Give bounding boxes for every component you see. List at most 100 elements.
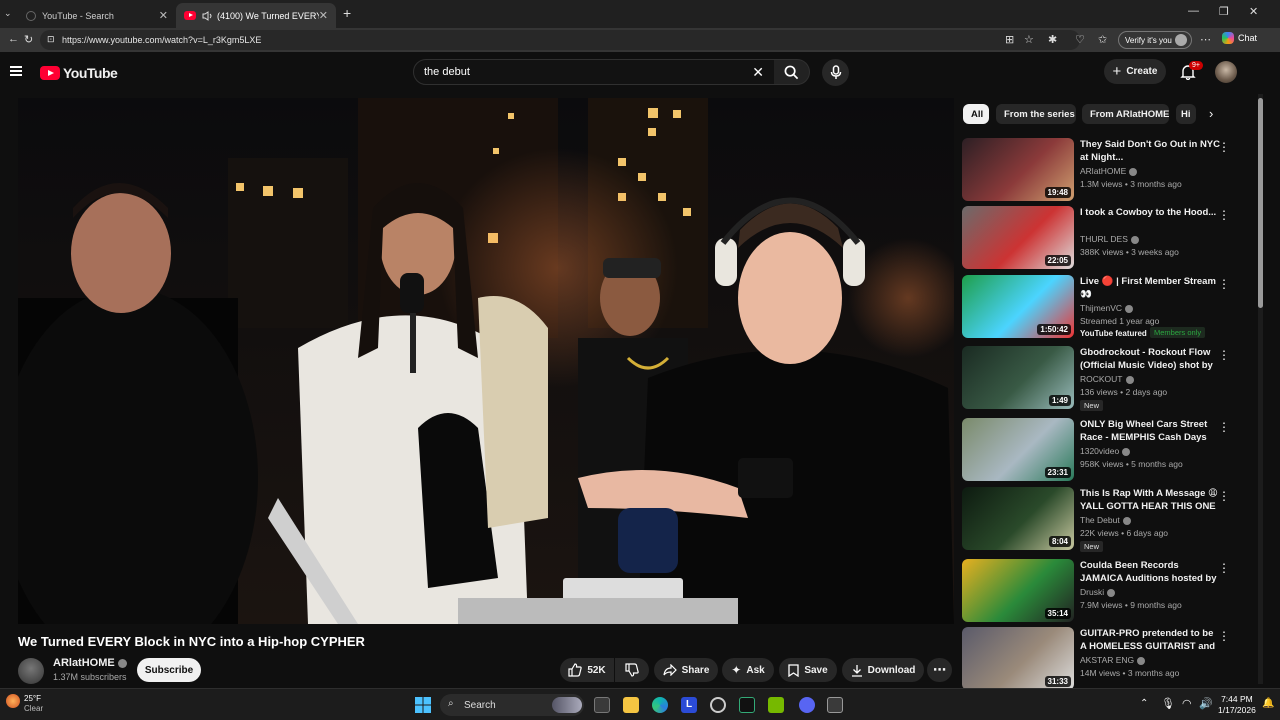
browser-essentials-icon[interactable]: ♡ xyxy=(1075,33,1085,46)
dislike-button[interactable] xyxy=(615,658,649,682)
create-button[interactable]: + Create xyxy=(1104,59,1166,84)
minimize-icon[interactable]: — xyxy=(1188,5,1199,17)
recommendation-title[interactable]: Coulda Been Records JAMAICA Auditions ho… xyxy=(1080,559,1220,585)
recommendation-item[interactable]: 22:05 I took a Cowboy to the Hood... THURL… xyxy=(962,206,1236,270)
task-view-icon[interactable] xyxy=(594,697,610,713)
kebab-menu-icon[interactable]: ⋮ xyxy=(1218,348,1230,362)
kebab-menu-icon[interactable]: ⋮ xyxy=(1218,489,1230,503)
kebab-menu-icon[interactable]: ⋮ xyxy=(1218,208,1230,222)
share-button[interactable]: Share xyxy=(654,658,718,682)
video-player[interactable] xyxy=(18,98,954,624)
recommendation-item[interactable]: 19:48 They Said Don't Go Out in NYC at Ni… xyxy=(962,138,1236,202)
app-github-icon[interactable] xyxy=(710,697,726,713)
app-active-icon[interactable] xyxy=(827,697,843,713)
file-explorer-icon[interactable] xyxy=(623,697,639,713)
recommendation-item[interactable]: 1:49 Gbodrockout - Rockout Flow (Official… xyxy=(962,346,1236,411)
notifications-tray-icon[interactable]: 🔔 xyxy=(1262,698,1274,709)
recommendation-item[interactable]: 31:33 GUITAR-PRO pretended to be A HOMELE… xyxy=(962,627,1236,691)
recommendation-thumbnail[interactable]: 1:49 xyxy=(962,346,1074,409)
tab-youtube-search[interactable]: YouTube - Search ✕ xyxy=(18,3,176,28)
app-available-icon[interactable]: ⊞ xyxy=(1005,33,1014,46)
discord-icon[interactable] xyxy=(799,697,815,713)
tab-close-icon[interactable]: ✕ xyxy=(319,9,328,22)
subscribe-button[interactable]: Subscribe xyxy=(137,658,201,682)
recommendation-channel[interactable]: 1320video xyxy=(1080,446,1131,456)
tab-close-icon[interactable]: ✕ xyxy=(159,9,168,22)
kebab-menu-icon[interactable]: ⋮ xyxy=(1218,277,1230,291)
chip-all[interactable]: All xyxy=(963,104,989,124)
clear-search-icon[interactable]: ✕ xyxy=(752,64,764,81)
speaker-icon[interactable] xyxy=(202,10,213,21)
nvidia-icon[interactable] xyxy=(768,697,784,713)
channel-name[interactable]: ARlatHOME xyxy=(53,657,127,669)
recommendation-item[interactable]: 35:14 Coulda Been Records JAMAICA Auditio… xyxy=(962,559,1236,623)
recommendation-thumbnail[interactable]: 19:48 xyxy=(962,138,1074,201)
chip-from-channel[interactable]: From ARlatHOME xyxy=(1082,104,1169,124)
taskbar-search-box[interactable]: ⌕ Search xyxy=(440,694,584,716)
tray-mic-icon[interactable]: 🎙 xyxy=(1161,697,1175,710)
tab-list-chevron-icon[interactable]: ⌄ xyxy=(4,8,12,19)
recommendation-title[interactable]: I took a Cowboy to the Hood... xyxy=(1080,206,1220,219)
back-icon[interactable]: ← xyxy=(8,33,19,45)
channel-avatar[interactable] xyxy=(18,658,44,684)
voice-search-button[interactable] xyxy=(822,59,849,86)
more-actions-button[interactable]: ⋯ xyxy=(927,658,952,682)
tab-active-video[interactable]: (4100) We Turned EVERY Block ✕ xyxy=(176,3,336,28)
wifi-icon[interactable]: ◠ xyxy=(1182,697,1192,710)
site-info-icon[interactable]: ⊡ xyxy=(47,34,55,45)
favorites-icon[interactable]: ✩ xyxy=(1098,33,1107,46)
more-menu-icon[interactable]: ⋯ xyxy=(1200,33,1211,46)
kebab-menu-icon[interactable]: ⋮ xyxy=(1218,629,1230,643)
kebab-menu-icon[interactable]: ⋮ xyxy=(1218,420,1230,434)
search-button[interactable] xyxy=(774,59,810,85)
recommendation-thumbnail[interactable]: 1:50:42 xyxy=(962,275,1074,338)
maximize-icon[interactable]: ❐ xyxy=(1219,5,1229,18)
save-button[interactable]: Save xyxy=(779,658,837,682)
taskbar-clock[interactable]: 7:44 PM 1/17/2026 xyxy=(1218,694,1256,716)
chips-next-chevron-icon[interactable]: › xyxy=(1209,106,1213,121)
tray-overflow-chevron-icon[interactable]: ⌃ xyxy=(1140,698,1148,709)
recommendation-channel[interactable]: ROCKOUT xyxy=(1080,374,1134,384)
verify-profile-button[interactable]: Verify it's you xyxy=(1118,31,1192,49)
extensions-icon[interactable]: ✱ xyxy=(1048,33,1057,46)
recommendation-title[interactable]: Live 🔴 | First Member Stream 👀 xyxy=(1080,275,1220,301)
favorite-star-icon[interactable]: ☆ xyxy=(1024,33,1034,46)
weather-widget[interactable]: 25°F Clear xyxy=(24,694,43,714)
kebab-menu-icon[interactable]: ⋮ xyxy=(1218,140,1230,154)
edge-browser-icon[interactable] xyxy=(652,697,668,713)
recommendation-channel[interactable]: ARlatHOME xyxy=(1080,166,1138,176)
windows-start-icon[interactable] xyxy=(415,697,431,713)
recommendation-title[interactable]: ONLY Big Wheel Cars Street Race - MEMPHI… xyxy=(1080,418,1220,444)
search-input[interactable]: the debut ✕ xyxy=(413,59,775,85)
recommendation-thumbnail[interactable]: 31:33 xyxy=(962,627,1074,690)
recommendation-channel[interactable]: AKSTAR ENG xyxy=(1080,655,1146,665)
recommendation-thumbnail[interactable]: 23:31 xyxy=(962,418,1074,481)
chip-from-series[interactable]: From the series xyxy=(996,104,1076,124)
recommendation-title[interactable]: This Is Rap With A Message 😩 YALL GOTTA … xyxy=(1080,487,1220,513)
app-l-icon[interactable]: L xyxy=(681,697,697,713)
ask-button[interactable]: ✦ Ask xyxy=(722,658,774,682)
copilot-chat-button[interactable]: Chat xyxy=(1222,32,1257,44)
chip-partial[interactable]: Hi xyxy=(1176,104,1196,124)
terminal-icon[interactable] xyxy=(739,697,755,713)
recommendation-title[interactable]: Gbodrockout - Rockout Flow (Official Mus… xyxy=(1080,346,1220,372)
recommendation-title[interactable]: They Said Don't Go Out in NYC at Night..… xyxy=(1080,138,1220,164)
recommendation-thumbnail[interactable]: 35:14 xyxy=(962,559,1074,622)
new-tab-plus-icon[interactable]: + xyxy=(343,5,351,21)
like-button[interactable]: 52K xyxy=(560,658,614,682)
download-button[interactable]: Download xyxy=(842,658,924,682)
recommendation-item[interactable]: 8:04 This Is Rap With A Message 😩 YALL GO… xyxy=(962,487,1236,552)
recommendation-channel[interactable]: The Debut xyxy=(1080,515,1131,525)
refresh-icon[interactable]: ↻ xyxy=(24,33,33,46)
menu-hamburger-icon[interactable] xyxy=(10,66,22,76)
recommendation-channel[interactable]: Druski xyxy=(1080,587,1116,597)
page-scrollbar-thumb[interactable] xyxy=(1258,98,1263,308)
recommendation-item[interactable]: 23:31 ONLY Big Wheel Cars Street Race - M… xyxy=(962,418,1236,482)
youtube-logo[interactable]: YouTube xyxy=(40,65,118,81)
recommendation-item[interactable]: 1:50:42 Live 🔴 | First Member Stream 👀 Thi… xyxy=(962,275,1236,339)
recommendation-thumbnail[interactable]: 8:04 xyxy=(962,487,1074,550)
volume-icon[interactable]: 🔊 xyxy=(1199,697,1213,710)
recommendation-channel[interactable]: THURL DES xyxy=(1080,234,1139,244)
window-close-icon[interactable]: ✕ xyxy=(1249,5,1258,18)
account-avatar[interactable] xyxy=(1215,61,1237,83)
